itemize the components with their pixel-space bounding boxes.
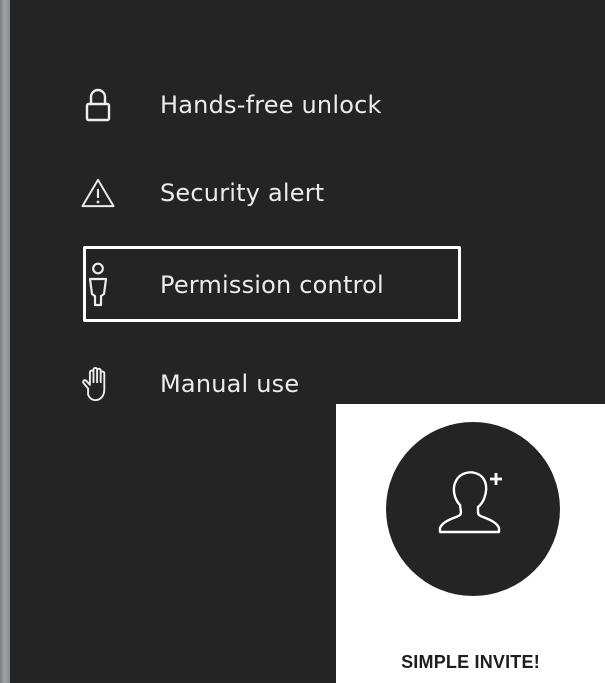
menu-item-permission-control[interactable]: Permission control <box>80 255 384 315</box>
person-key-icon <box>80 262 116 307</box>
add-user-icon <box>428 462 518 556</box>
menu-item-label: Manual use <box>160 370 300 398</box>
hand-icon <box>80 364 116 404</box>
warning-icon <box>80 173 116 213</box>
lock-icon <box>80 85 116 125</box>
invite-circle <box>386 422 560 596</box>
menu-item-hands-free-unlock[interactable]: Hands-free unlock <box>80 75 382 135</box>
menu-item-manual-use[interactable]: Manual use <box>80 354 299 414</box>
menu-item-label: Security alert <box>160 179 325 207</box>
invite-label: SIMPLE INVITE! <box>401 652 540 672</box>
simple-invite-card[interactable]: SIMPLE INVITE! <box>336 404 605 683</box>
menu-item-label: Hands-free unlock <box>160 91 382 119</box>
window-edge <box>0 0 10 683</box>
menu-item-label: Permission control <box>160 271 384 299</box>
menu-item-security-alert[interactable]: Security alert <box>80 163 324 223</box>
